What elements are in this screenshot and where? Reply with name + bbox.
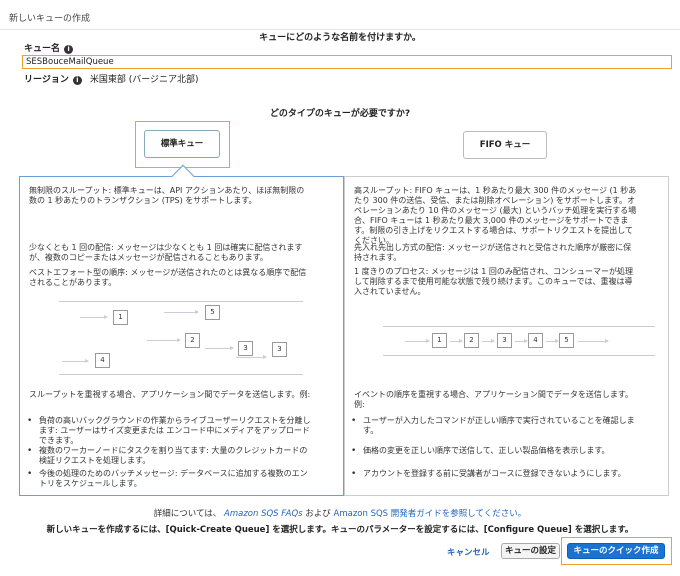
- arrow: [62, 359, 89, 363]
- arrow: [164, 310, 199, 314]
- more-info-line: 詳細については、 Amazon SQS FAQs および Amazon SQS …: [0, 507, 680, 519]
- arrow: [147, 338, 181, 342]
- configure-queue-button[interactable]: キューの設定: [501, 543, 560, 559]
- fifo-throughput: 高スループット: FIFO キューは、1 秒あたり最大 300 件のメッセージ …: [354, 186, 637, 245]
- standard-usecase-item: 負荷の高いバックグラウンドの作業からライブユーザーリクエストを分離します: ユー…: [27, 416, 311, 446]
- message-box: 3: [238, 341, 253, 356]
- diagram-line: [59, 374, 303, 375]
- message-box: 4: [95, 353, 110, 368]
- arrow: [80, 315, 108, 319]
- message-box: 5: [559, 333, 574, 348]
- arrow: [236, 355, 267, 359]
- quick-create-queue-button[interactable]: キューのクイック作成: [567, 543, 665, 559]
- quick-create-highlight: キューのクイック作成: [561, 537, 672, 565]
- standard-usecase-item: 複数のワーカーノードにタスクを割り当てます: 大量のクレジットカードの検証リクエ…: [27, 446, 307, 466]
- arrow: [450, 339, 463, 343]
- standard-queue-selection-highlight: 標準キュー: [135, 121, 230, 168]
- dialog-header: 新しいキューの作成: [0, 0, 680, 30]
- standard-usecase-heading: スループットを重視する場合、アプリケーション間でデータを送信します。例:: [29, 390, 311, 399]
- fifo-usecase-item: アカウントを登録する前に受講者がコースに登録できないようにします。: [351, 469, 626, 479]
- sqs-faq-link[interactable]: Amazon SQS FAQs: [224, 509, 303, 519]
- message-box: 1: [113, 310, 128, 325]
- fifo-exactly-once: 1 度きりのプロセス: メッセージは 1 回のみ配信され、コンシューマーが処理し…: [354, 267, 633, 296]
- arrow: [405, 339, 430, 343]
- standard-delivery: 少なくとも 1 回の配信: メッセージは少なくとも 1 回は確実に配信されますが…: [29, 243, 303, 262]
- message-box: 1: [432, 333, 447, 348]
- cancel-button[interactable]: キャンセル: [447, 546, 490, 558]
- fifo-usecase-item: 価格の変更を正しい順序で送信して、正しい製品価格を表示します。: [351, 446, 610, 456]
- and-text: および: [305, 509, 331, 519]
- arrow: [546, 339, 559, 343]
- standard-throughput: 無制限のスループット: 標準キューは、API アクションあたり、ほぼ無制限の 数の…: [29, 186, 305, 205]
- message-box: 2: [185, 333, 200, 348]
- message-box: 4: [528, 333, 543, 348]
- queue-name-label: キュー名: [24, 44, 61, 54]
- name-question: キューにどのような名前を付けますか。: [259, 33, 421, 43]
- message-box: 3: [272, 342, 287, 357]
- region-label: リージョン: [24, 75, 69, 85]
- info-icon[interactable]: i: [72, 76, 82, 85]
- diagram-line: [383, 326, 655, 327]
- fifo-delivery: 先入れ先出し方式の配信: メッセージが送信されと受信された順序が厳密に保 持されま…: [354, 243, 632, 262]
- arrow: [578, 339, 609, 343]
- fifo-queue-button[interactable]: FIFO キュー: [463, 131, 547, 159]
- arrow: [482, 339, 495, 343]
- arrow: [515, 339, 528, 343]
- diagram-line: [383, 355, 655, 356]
- diagram-line: [59, 301, 303, 302]
- info-icon[interactable]: i: [64, 45, 74, 54]
- standard-usecase-item: 今後の処理のためのバッチメッセージ: データベースに追加する複数のエントリをスケ…: [27, 469, 308, 489]
- standard-queue-button[interactable]: 標準キュー: [144, 130, 220, 158]
- queue-name-label-row: キュー名 i: [24, 41, 74, 54]
- instructions-text: 新しいキューを作成するには、[Quick-Create Queue] を選択しま…: [46, 525, 634, 535]
- selection-pointer: [171, 164, 195, 188]
- message-box: 3: [497, 333, 512, 348]
- dialog-title: 新しいキューの作成: [9, 14, 91, 24]
- info-prefix: 詳細については、: [153, 509, 222, 519]
- standard-ordering: ベストエフォート型の順序: メッセージが送信されたのとは異なる順序で配信 されるこ…: [29, 268, 307, 287]
- fifo-usecase-heading: イベントの順序を重視する場合、アプリケーション間でデータを送信します。 例:: [354, 390, 634, 409]
- fifo-usecase-item: ユーザーが入力したコマンドが正しい順序で実行されていることを確認します。: [351, 416, 635, 436]
- region-row: リージョン i 米国東部 (バージニア北部): [24, 72, 199, 85]
- message-box: 2: [464, 333, 479, 348]
- type-question: どのタイプのキューが必要ですか?: [269, 109, 411, 119]
- region-value: 米国東部 (バージニア北部): [89, 75, 199, 85]
- queue-name-input[interactable]: [22, 55, 672, 69]
- message-box: 5: [205, 305, 220, 320]
- sqs-guide-link[interactable]: Amazon SQS 開発者ガイドを参照してください。: [334, 509, 527, 519]
- arrow: [205, 346, 234, 350]
